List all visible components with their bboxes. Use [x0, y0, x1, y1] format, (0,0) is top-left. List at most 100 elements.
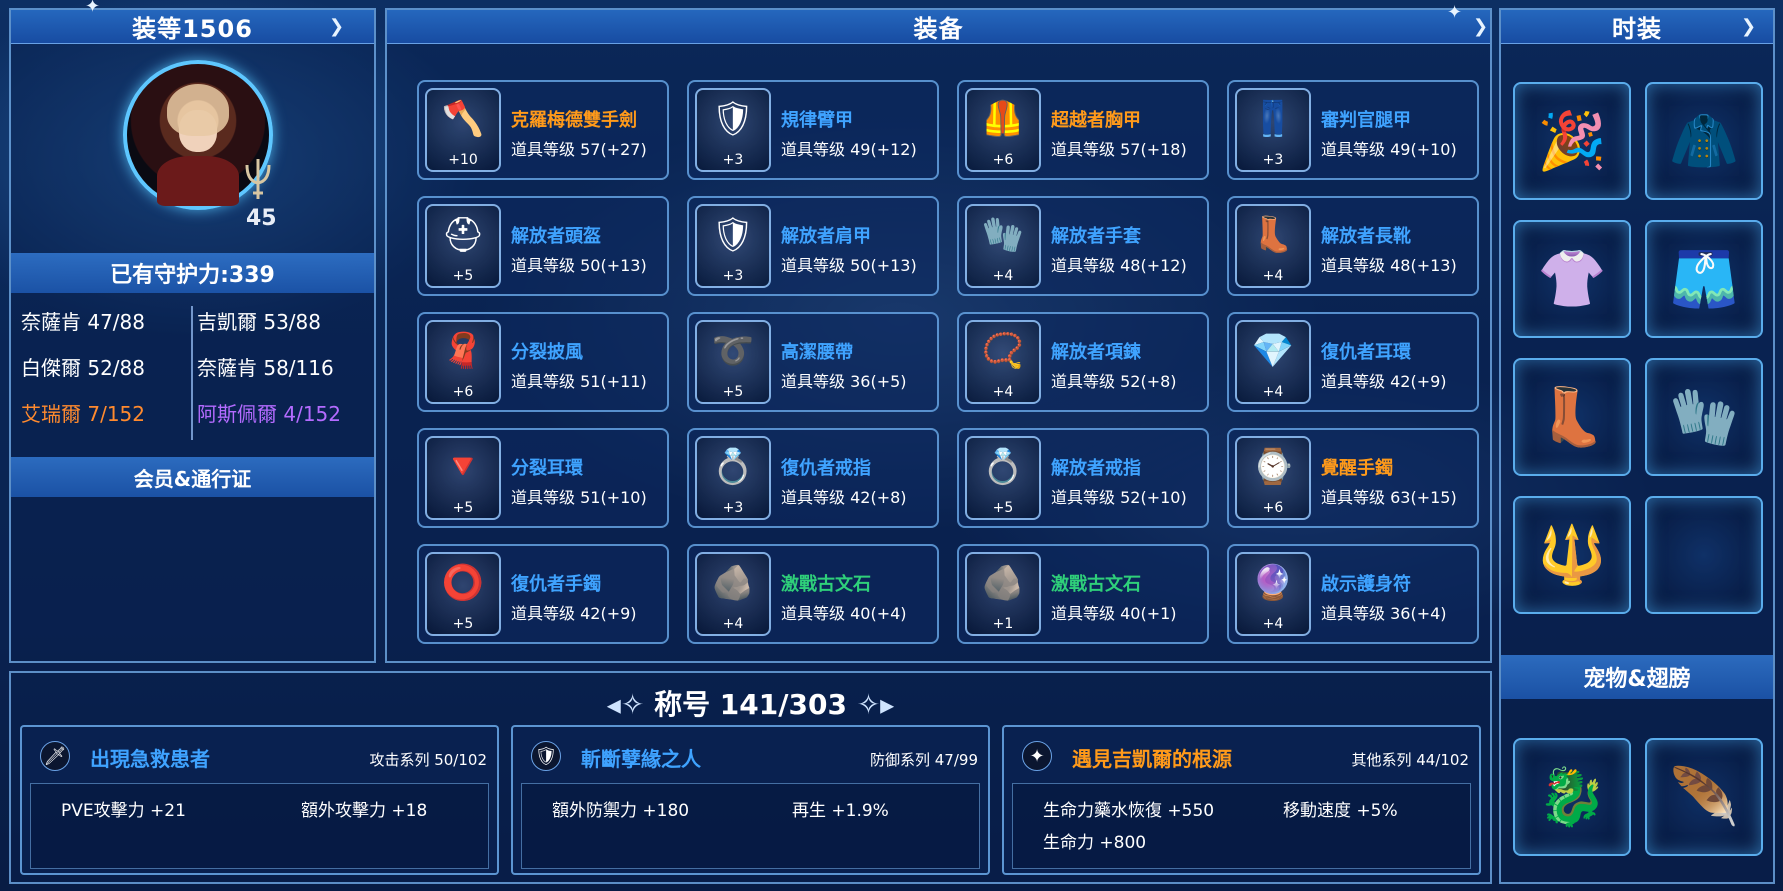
arrow-ornament-icon: ❯: [1473, 16, 1489, 37]
equipment-panel: 装备 ✦ ❯ 🪓 +10 克羅梅德雙手劍 道具等级 57(+27) 🛡 +3 規律臂甲 道具等…: [385, 4, 1492, 663]
enhance-level: +5: [452, 500, 474, 516]
item-level: 道具等级 36(+4): [1321, 604, 1447, 623]
item-glyph: ⭕: [441, 563, 485, 603]
fashion-slot[interactable]: 🩳: [1645, 220, 1763, 338]
character-level: 45: [246, 206, 277, 231]
stat-nezakan-1: 奈薩肯 47/88: [21, 310, 145, 334]
item-level: 道具等级 50(+13): [781, 256, 917, 275]
equipment-slot[interactable]: 🛡 +3 解放者肩甲 道具等级 50(+13): [687, 196, 939, 296]
shield-icon: 🛡: [531, 741, 561, 771]
fashion-slot[interactable]: 👚: [1513, 220, 1631, 338]
title-effect: 再生 +1.9%: [792, 801, 889, 821]
enhance-level: +4: [1262, 384, 1284, 400]
equipment-slot[interactable]: ⭕ +5 復仇者手鐲 道具等级 42(+9): [417, 544, 669, 644]
item-name: 復仇者戒指: [781, 458, 871, 479]
boots-icon: 👢 +4: [1235, 204, 1311, 288]
stat-asphel: 阿斯佩爾 4/152: [197, 402, 341, 426]
titles-panel: ◂✧ 称号 141/303 ✧▸ 🗡 出現急救患者 攻击系列 50/102 PVE攻擊…: [9, 671, 1492, 884]
title-card[interactable]: 🗡 出現急救患者 攻击系列 50/102 PVE攻擊力 +21 額外攻擊力 +18: [20, 725, 499, 875]
amulet-icon: 🔮 +4: [1235, 552, 1311, 636]
stat-divider: [191, 306, 193, 440]
item-glyph: 📿: [981, 331, 1025, 371]
fashion-panel: 时装 ❯ 🎉 🧥 👚 🩳 👢 🧤 🔱 宠物&翅膀 🐉 🪶: [1499, 8, 1775, 884]
equipment-slot[interactable]: 🦺 +6 超越者胸甲 道具等级 57(+18): [957, 80, 1209, 180]
equipment-title: 装备: [387, 10, 1490, 44]
membership-pass-button[interactable]: 会员&通行证: [11, 457, 374, 497]
earring-icon: 💎 +4: [1235, 320, 1311, 404]
fashion-slot[interactable]: 👢: [1513, 358, 1631, 476]
title-glyph: ✦: [1029, 745, 1045, 767]
item-name: 激戰古文石: [781, 574, 871, 595]
enhance-level: +10: [448, 152, 478, 168]
item-name: 分裂披風: [511, 342, 583, 363]
title-category: 攻击系列 50/102: [369, 751, 487, 769]
stat-baizel: 白傑爾 52/88: [21, 356, 145, 380]
necklace-icon: 📿 +4: [965, 320, 1041, 404]
stat-list: 奈薩肯 47/88 吉凱爾 53/88 白傑爾 52/88 奈薩肯 58/116…: [11, 302, 374, 442]
equipment-slot[interactable]: 🔻 +5 分裂耳環 道具等级 51(+10): [417, 428, 669, 528]
item-glyph: 🪨: [981, 563, 1025, 603]
equipment-slot[interactable]: 🪓 +10 克羅梅德雙手劍 道具等级 57(+27): [417, 80, 669, 180]
item-name: 審判官腿甲: [1321, 110, 1411, 131]
item-glyph: ➰: [711, 331, 755, 371]
item-level: 道具等级 42(+9): [1321, 372, 1447, 391]
title-name: 遇見吉凱爾的根源: [1072, 747, 1232, 771]
title-card[interactable]: 🛡 斬斷孽緣之人 防御系列 47/99 額外防禦力 +180 再生 +1.9%: [511, 725, 990, 875]
equipment-slot[interactable]: 🧣 +6 分裂披風 道具等级 51(+11): [417, 312, 669, 412]
equipment-slot[interactable]: 💎 +4 復仇者耳環 道具等级 42(+9): [1227, 312, 1479, 412]
item-name: 解放者項鍊: [1051, 342, 1141, 363]
item-level: 道具等级 51(+11): [511, 372, 647, 391]
item-level: 道具等级 57(+18): [1051, 140, 1187, 159]
purple-wings-icon: 🪶: [1669, 765, 1739, 830]
enhance-level: +3: [1262, 152, 1284, 168]
pet-wing-slot[interactable]: 🪶: [1645, 738, 1763, 856]
title-effect: 生命力 +800: [1043, 833, 1147, 853]
title-effect: 額外防禦力 +180: [552, 801, 690, 821]
item-level: 道具等级 42(+9): [511, 604, 637, 623]
title-effect: PVE攻擊力 +21: [61, 801, 186, 821]
equipment-slot[interactable]: 📿 +4 解放者項鍊 道具等级 52(+8): [957, 312, 1209, 412]
belt-icon: ➰ +5: [695, 320, 771, 404]
equipment-slot[interactable]: 💍 +5 解放者戒指 道具等级 52(+10): [957, 428, 1209, 528]
character-panel: 装等1506 ✦ ❯ 45 已有守护力:339 奈薩肯 47/88 吉凱爾 53…: [9, 0, 376, 663]
equipment-slot[interactable]: ⛑ +5 解放者頭盔 道具等级 50(+13): [417, 196, 669, 296]
gauntlet-icon: 🧤 +4: [965, 204, 1041, 288]
ring-icon: 💍 +5: [965, 436, 1041, 520]
pet-wing-slot[interactable]: 🐉: [1513, 738, 1631, 856]
item-level: 道具等级 50(+13): [511, 256, 647, 275]
equipment-slot[interactable]: 🧤 +4 解放者手套 道具等级 48(+12): [957, 196, 1209, 296]
item-level: 道具等级 42(+8): [781, 488, 907, 507]
equipment-slot[interactable]: 👢 +4 解放者長靴 道具等级 48(+13): [1227, 196, 1479, 296]
fashion-slot[interactable]: 🧤: [1645, 358, 1763, 476]
item-name: 解放者手套: [1051, 226, 1141, 247]
equipment-slot[interactable]: 👖 +3 審判官腿甲 道具等级 49(+10): [1227, 80, 1479, 180]
bracelet-icon: ⭕ +5: [425, 552, 501, 636]
title-card[interactable]: ✦ 遇見吉凱爾的根源 其他系列 44/102 生命力藥水恢復 +550 移動速度 +5%…: [1002, 725, 1481, 875]
chest-armor-icon: 🦺 +6: [965, 88, 1041, 172]
equipment-slot[interactable]: ➰ +5 高潔腰帶 道具等级 36(+5): [687, 312, 939, 412]
item-glyph: 👢: [1251, 215, 1295, 255]
item-name: 解放者肩甲: [781, 226, 871, 247]
gold-glove-icon: 🧤: [1669, 385, 1739, 450]
equipment-slot[interactable]: 💍 +3 復仇者戒指 道具等级 42(+8): [687, 428, 939, 528]
fashion-slot[interactable]: 🎉: [1513, 82, 1631, 200]
fire-pet-icon: 🐉: [1537, 765, 1607, 830]
equipment-slot[interactable]: ⌚ +6 覺醒手鐲 道具等级 63(+15): [1227, 428, 1479, 528]
item-glyph: ⛑: [441, 215, 485, 255]
equipment-slot[interactable]: 🔮 +4 啟示護身符道具等级 36(+4): [1227, 544, 1479, 644]
titles-count: 称号 141/303: [654, 688, 847, 721]
item-name: 啟示護身符: [1321, 574, 1411, 595]
fashion-slot[interactable]: [1645, 496, 1763, 614]
fashion-slot[interactable]: 🔱: [1513, 496, 1631, 614]
fashion-slot[interactable]: 🧥: [1645, 82, 1763, 200]
helmet-icon: ⛑ +5: [425, 204, 501, 288]
equipment-slot[interactable]: 🛡 +3 規律臂甲 道具等级 49(+12): [687, 80, 939, 180]
equipment-slot[interactable]: 🪨 +1 激戰古文石 道具等级 40(+1): [957, 544, 1209, 644]
title-effect: 額外攻擊力 +18: [301, 801, 428, 821]
black-shorts-icon: 🩳: [1669, 247, 1739, 312]
black-boots-icon: 👢: [1537, 385, 1607, 450]
item-level: 道具等级 57(+27): [511, 140, 647, 159]
enhance-level: +1: [992, 616, 1014, 632]
equipment-slot[interactable]: 🪨 +4 激戰古文石 道具等级 40(+4): [687, 544, 939, 644]
item-glyph: 👖: [1251, 99, 1295, 139]
